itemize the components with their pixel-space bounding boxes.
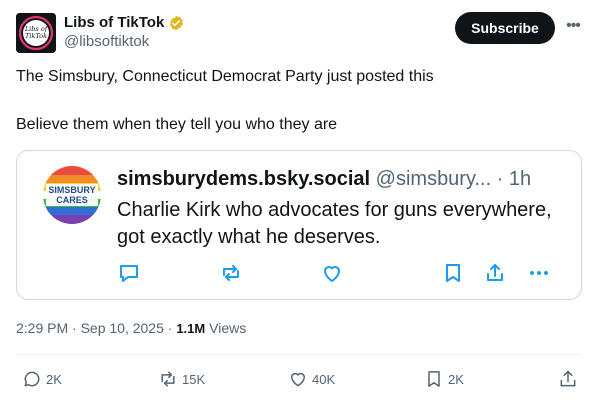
like-button[interactable]: 40K	[288, 368, 335, 390]
like-count: 40K	[312, 371, 336, 387]
verified-badge-icon	[168, 15, 184, 31]
action-divider	[16, 354, 582, 355]
heart-icon	[291, 372, 305, 387]
more-horizontal-icon[interactable]: •••	[563, 16, 583, 36]
quoted-header: simsburydems.bsky.social @simsbury... · …	[117, 166, 531, 192]
more-icon[interactable]	[527, 261, 551, 285]
quoted-handle-time: @simsbury... · 1h	[375, 168, 532, 190]
share-upload-icon	[560, 370, 576, 387]
author-handle[interactable]: @libsoftiktok	[64, 33, 149, 51]
reply-count: 2K	[46, 371, 62, 387]
quoted-avatar-text-1: SIMSBURY	[48, 185, 95, 195]
reply-button[interactable]: 2K	[22, 368, 62, 390]
quoted-text: Charlie Kirk who advocates for guns ever…	[117, 199, 552, 248]
like-icon[interactable]	[320, 261, 344, 285]
quoted-name[interactable]: simsburydems.bsky.social	[117, 168, 370, 190]
post-time-date[interactable]: 2:29 PM · Sep 10, 2025 ·	[16, 320, 176, 336]
reply-bubble-icon	[24, 371, 40, 387]
bookmark-icon[interactable]	[441, 261, 465, 285]
avatar-text-2: TikTok	[25, 32, 47, 40]
repost-button[interactable]: 15K	[158, 368, 205, 390]
tweet-line-2: Believe them when they tell you who they…	[16, 116, 338, 133]
share-icon[interactable]	[483, 261, 507, 285]
repost-arrows-icon	[161, 371, 175, 387]
author-avatar[interactable]: Libs of TikTok	[16, 13, 56, 53]
quoted-post-card[interactable]: SIMSBURY CARES simsburydems.bsky.social …	[16, 150, 582, 300]
views-label: Views	[205, 320, 247, 336]
views-count: 1.1M	[176, 321, 206, 336]
bookmark-button[interactable]: 2K	[424, 368, 464, 390]
bookmark-count: 2K	[448, 371, 464, 387]
tweet-line-1: The Simsbury, Connecticut Democrat Party…	[16, 68, 434, 85]
author-display-name[interactable]: Libs of TikTok	[64, 14, 164, 32]
post-meta: 2:29 PM · Sep 10, 2025 · 1.1M Views	[16, 320, 246, 337]
quoted-avatar-text-2: CARES	[56, 195, 88, 205]
quoted-avatar[interactable]: SIMSBURY CARES	[43, 166, 101, 224]
subscribe-button[interactable]: Subscribe	[455, 12, 555, 44]
repost-icon[interactable]	[219, 261, 243, 285]
share-button[interactable]	[558, 368, 578, 390]
tweet-text: The Simsbury, Connecticut Democrat Party…	[16, 66, 582, 136]
bookmark-outline-icon	[428, 371, 440, 387]
author-name-row[interactable]: Libs of TikTok	[64, 14, 184, 32]
repost-count: 15K	[182, 371, 206, 387]
reply-icon[interactable]	[117, 261, 141, 285]
